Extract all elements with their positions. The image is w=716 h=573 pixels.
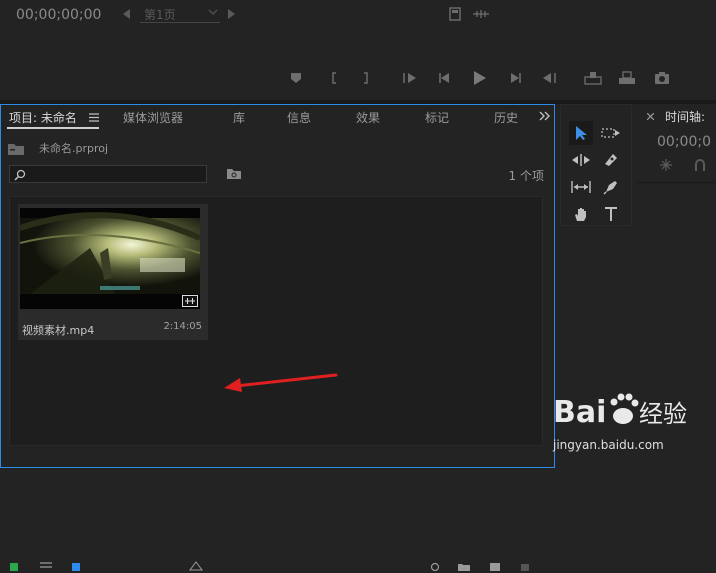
- export-frame-icon[interactable]: [449, 7, 461, 21]
- clip-duration: 2:14:05: [163, 321, 202, 332]
- overwrite-icon[interactable]: [618, 71, 636, 85]
- linked-selection-icon[interactable]: [693, 158, 707, 172]
- insert-icon[interactable]: [584, 71, 602, 85]
- mark-out-icon[interactable]: [362, 72, 370, 84]
- selection-tool-icon[interactable]: [569, 121, 593, 145]
- timeline-timecode[interactable]: 00;00;0: [657, 134, 711, 150]
- clip-thumbnail[interactable]: [20, 208, 200, 309]
- hand-tool-icon[interactable]: [569, 202, 593, 226]
- svg-text:经验: 经验: [639, 400, 687, 428]
- close-icon[interactable]: [647, 113, 654, 120]
- overflow-chevron-icon[interactable]: [539, 111, 551, 121]
- project-file-name: 未命名.prproj: [39, 142, 109, 155]
- mark-in-icon[interactable]: [330, 72, 338, 84]
- active-tab-indicator: [7, 127, 99, 129]
- tab-effects[interactable]: 效果: [356, 109, 380, 126]
- monitor-timecode[interactable]: 00;00;00;00: [16, 7, 101, 23]
- razor-tool-icon[interactable]: [599, 148, 623, 172]
- tab-info[interactable]: 信息: [287, 109, 311, 126]
- zoom-slider-icon[interactable]: [189, 561, 203, 571]
- step-back-icon[interactable]: [438, 72, 452, 84]
- play-icon[interactable]: [473, 70, 487, 86]
- chevron-down-icon: [208, 8, 218, 16]
- prev-page-icon[interactable]: [123, 9, 131, 19]
- next-page-icon[interactable]: [228, 9, 236, 19]
- step-forward-icon[interactable]: [508, 72, 522, 84]
- clip-item[interactable]: 视频素材.mp4 2:14:05: [18, 204, 208, 340]
- project-bin-area[interactable]: 视频素材.mp4 2:14:05: [9, 196, 543, 446]
- svg-text:Bai: Bai: [553, 395, 606, 430]
- go-to-out-icon[interactable]: [541, 72, 557, 84]
- tools-panel: [560, 104, 632, 226]
- new-item-icon[interactable]: [489, 561, 501, 571]
- ripple-edit-tool-icon[interactable]: [569, 148, 593, 172]
- page-selector[interactable]: 第1页: [140, 6, 220, 23]
- item-count: 1 个项: [508, 169, 544, 183]
- project-panel: 项目: 未命名 媒体浏览器 库 信息 效果 标记 历史 未命名.prproj 1…: [0, 104, 555, 571]
- type-tool-icon[interactable]: [599, 202, 623, 226]
- add-marker-icon[interactable]: [290, 72, 302, 84]
- pen-tool-icon[interactable]: [599, 175, 623, 199]
- new-bin-icon[interactable]: [457, 561, 471, 571]
- baidu-jingyan-watermark: Bai 经验: [553, 386, 703, 434]
- tab-project[interactable]: 项目: 未命名: [9, 109, 77, 126]
- search-icon: [14, 169, 26, 181]
- project-bottom-toolbar: [1, 561, 556, 573]
- tab-history[interactable]: 历史: [494, 109, 520, 126]
- tab-media-browser[interactable]: 媒体浏览器: [123, 109, 183, 126]
- project-folder-icon: [7, 142, 25, 156]
- icon-view-icon[interactable]: [71, 561, 81, 571]
- waveform-icon[interactable]: [472, 9, 490, 19]
- search-input[interactable]: [9, 165, 207, 183]
- page-selector-value: 第1页: [144, 8, 176, 22]
- watermark-url: jingyan.baidu.com: [553, 438, 664, 452]
- camera-icon[interactable]: [654, 71, 670, 85]
- annotation-arrow: [222, 371, 338, 395]
- source-monitor: 00;00;00;00 第1页: [0, 0, 716, 100]
- trash-icon[interactable]: [519, 561, 531, 571]
- tab-libraries[interactable]: 库: [233, 109, 245, 126]
- list-view-icon[interactable]: [39, 561, 53, 571]
- panel-menu-icon[interactable]: [89, 113, 99, 122]
- panel-tab-bar: 项目: 未命名 媒体浏览器 库 信息 效果 标记 历史: [1, 105, 554, 129]
- new-search-bin-icon[interactable]: [226, 167, 242, 180]
- timeline-divider: [637, 182, 716, 183]
- tab-timeline[interactable]: 时间轴:: [665, 108, 705, 125]
- snap-icon[interactable]: [659, 158, 673, 172]
- clip-name: 视频素材.mp4: [22, 324, 95, 337]
- go-to-in-icon[interactable]: [402, 72, 418, 84]
- audio-video-clip-badge-icon: [182, 295, 198, 307]
- find-icon[interactable]: [429, 561, 441, 571]
- tab-markers[interactable]: 标记: [425, 109, 449, 126]
- slip-tool-icon[interactable]: [569, 175, 593, 199]
- track-select-tool-icon[interactable]: [599, 121, 623, 145]
- write-protect-icon[interactable]: [9, 561, 19, 571]
